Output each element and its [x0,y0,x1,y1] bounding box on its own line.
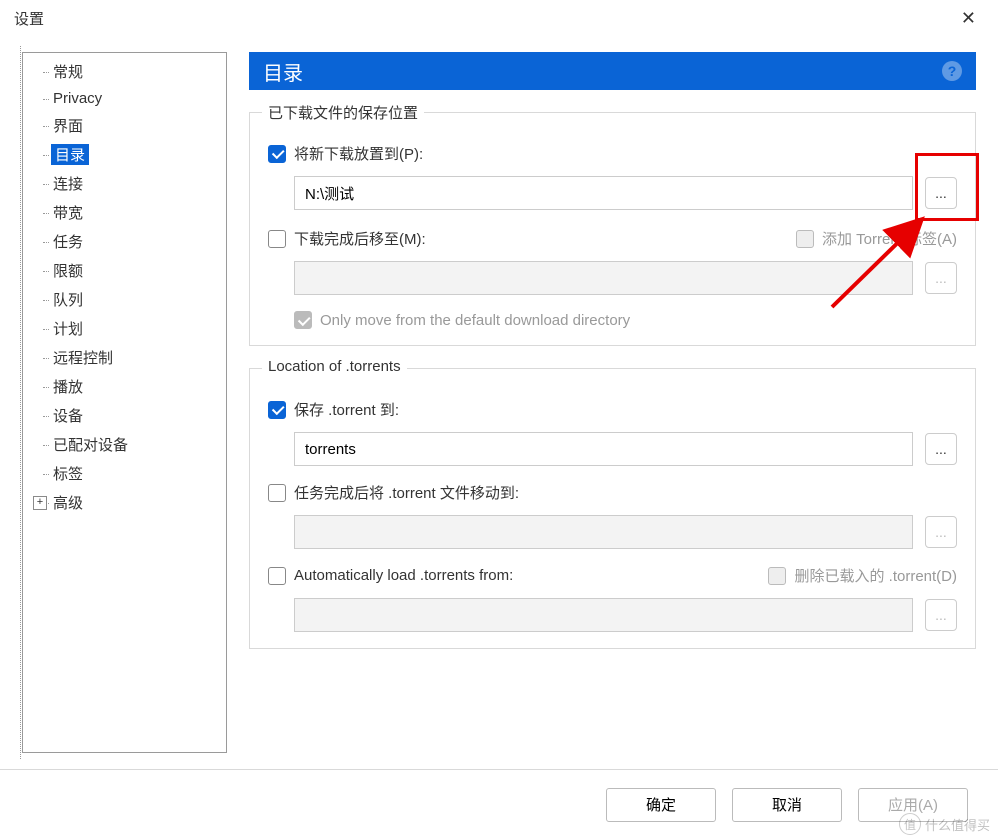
close-icon[interactable]: ✕ [953,5,984,31]
sidebar-item-advanced[interactable]: + 高级 [23,488,226,517]
input-move-done-path [294,261,913,295]
sidebar-item-interface[interactable]: 界面 [23,111,226,140]
checkbox-delete-loaded: 删除已载入的 .torrent(D) [768,565,957,586]
expand-icon[interactable]: + [33,496,47,510]
browse-autoload-button: ... [925,599,957,631]
browse-put-new-button[interactable]: ... [925,177,957,209]
dialog-button-bar: 确定 取消 应用(A) [0,769,998,839]
sidebar-item-queue[interactable]: 队列 [23,285,226,314]
watermark: 值 什么值得买 [899,813,990,835]
input-move-torrent-done-path [294,515,913,549]
checkbox-autoload-torrent[interactable]: Automatically load .torrents from: [268,567,513,585]
help-icon[interactable]: ? [942,61,962,81]
checkbox-move-torrent-done[interactable]: 任务完成后将 .torrent 文件移动到: [268,482,519,503]
sidebar-item-scheduler[interactable]: 计划 [23,314,226,343]
input-store-torrent-path[interactable] [294,432,913,466]
group-downloads-legend: 已下载文件的保存位置 [262,102,424,123]
sidebar-item-devices[interactable]: 设备 [23,401,226,430]
panel-header: 目录 ? [249,52,976,90]
sidebar-item-general[interactable]: 常规 [23,57,226,86]
sidebar-item-playback[interactable]: 播放 [23,372,226,401]
watermark-text: 什么值得买 [925,815,990,834]
sidebar-item-labels[interactable]: 标签 [23,459,226,488]
cancel-button[interactable]: 取消 [732,788,842,822]
sidebar-item-privacy[interactable]: Privacy [23,86,226,111]
titlebar: 设置 ✕ [0,0,998,36]
input-autoload-path [294,598,913,632]
main-panel: 目录 ? 已下载文件的保存位置 将新下载放置到(P): ... 下载完成后移至(… [249,52,976,753]
sidebar-item-remote[interactable]: 远程控制 [23,343,226,372]
group-downloads: 已下载文件的保存位置 将新下载放置到(P): ... 下载完成后移至(M): [249,112,976,346]
sidebar-item-directories[interactable]: 目录 [23,140,226,169]
sidebar-item-connection[interactable]: 连接 [23,169,226,198]
group-torrents-legend: Location of .torrents [262,358,407,375]
checkbox-move-done[interactable]: 下载完成后移至(M): [268,228,426,249]
checkbox-add-torrent-label: 添加 Torrent 标签(A) [796,228,957,249]
input-put-new-path[interactable] [294,176,913,210]
checkbox-put-new[interactable]: 将新下载放置到(P): [268,143,423,164]
browse-move-done-button: ... [925,262,957,294]
sidebar-item-tasks[interactable]: 任务 [23,227,226,256]
panel-title: 目录 [263,57,303,86]
group-torrents: Location of .torrents 保存 .torrent 到: ...… [249,368,976,649]
ok-button[interactable]: 确定 [606,788,716,822]
browse-store-torrent-button[interactable]: ... [925,433,957,465]
sidebar-item-limits[interactable]: 限额 [23,256,226,285]
window-title: 设置 [14,8,44,29]
sidebar-item-paired[interactable]: 已配对设备 [23,430,226,459]
checkbox-only-move-default: Only move from the default download dire… [294,311,630,329]
checkbox-store-torrent[interactable]: 保存 .torrent 到: [268,399,399,420]
sidebar-tree: 常规 Privacy 界面 目录 连接 带宽 任务 限额 队列 计划 远程控制 … [22,52,227,753]
browse-move-torrent-done-button: ... [925,516,957,548]
sidebar-item-bandwidth[interactable]: 带宽 [23,198,226,227]
watermark-badge: 值 [899,813,921,835]
